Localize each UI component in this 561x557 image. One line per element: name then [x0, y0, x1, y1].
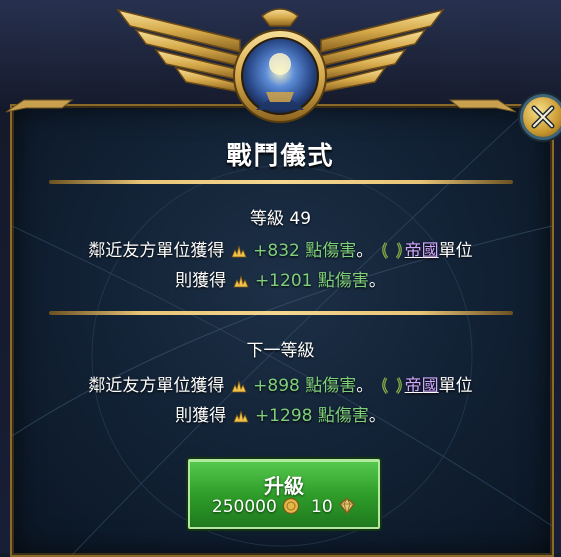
right-wing — [320, 8, 445, 93]
faction-link[interactable]: 帝國 — [405, 376, 439, 396]
dialog-title: 戰鬥儀式 — [226, 141, 335, 170]
winged-emblem — [116, 8, 445, 123]
gold-coin-icon — [283, 497, 300, 515]
section-divider — [49, 311, 513, 315]
gold-cost: 250000 — [211, 497, 277, 517]
next-effect-line-1: 鄰近友方單位獲得 +898 點傷害。 帝國單位 — [88, 376, 473, 396]
current-level-heading: 等級 49 — [249, 209, 312, 229]
current-effect-line-2: 則獲得 +1201 點傷害。 — [175, 271, 386, 291]
upgrade-button[interactable]: 升級 250000 10 — [188, 459, 380, 529]
title-divider — [49, 180, 513, 184]
close-icon — [531, 105, 555, 129]
current-effect-line-1: 鄰近友方單位獲得 +832 點傷害。 帝國單位 — [88, 241, 473, 261]
laurel-wreath-icon — [381, 242, 402, 259]
damage-burst-icon — [232, 275, 249, 288]
left-wing — [116, 8, 241, 93]
damage-burst-icon — [231, 380, 247, 393]
damage-burst-icon — [231, 245, 247, 258]
upgrade-cost: 250000 10 — [190, 497, 378, 517]
gem-icon — [339, 497, 355, 515]
close-button[interactable] — [523, 97, 561, 137]
next-level-heading: 下一等級 — [246, 341, 315, 361]
gem-cost: 10 — [311, 497, 333, 517]
upgrade-label: 升級 — [264, 474, 304, 498]
laurel-wreath-icon — [381, 377, 402, 394]
damage-burst-icon — [232, 410, 249, 423]
next-effect-line-2: 則獲得 +1298 點傷害。 — [175, 406, 386, 426]
faction-link[interactable]: 帝國 — [405, 241, 439, 261]
